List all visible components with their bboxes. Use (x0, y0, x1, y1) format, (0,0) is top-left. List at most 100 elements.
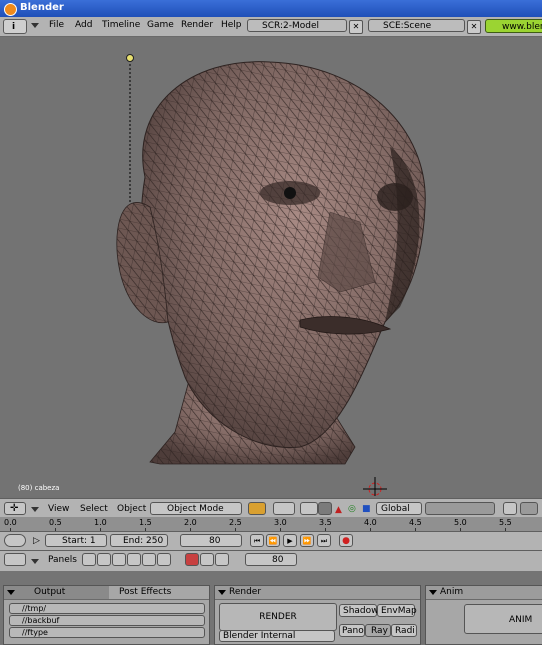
editor-type-button[interactable] (4, 553, 26, 566)
logic-context-icon[interactable] (82, 553, 96, 566)
translate-manipulator-icon[interactable]: ▲ (335, 505, 342, 515)
ray-label: Ray (371, 626, 388, 636)
jump-end-icon[interactable]: ⏭ (317, 534, 331, 547)
scale-manipulator-icon[interactable]: ■ (362, 504, 371, 514)
collapse-menu-icon[interactable] (31, 23, 39, 28)
timeline-scale[interactable]: 0.0 0.5 1.0 1.5 2.0 2.5 3.0 3.5 4.0 4.5 5.0 5.5 (0, 517, 542, 531)
shadow-label: Shadow (343, 606, 379, 616)
timeline-tick-label: 0.5 (49, 518, 62, 527)
collapse-menu-icon[interactable] (31, 559, 39, 564)
timeline-tick-label: 1.0 (94, 518, 107, 527)
pano-toggle[interactable]: Pano (339, 624, 365, 637)
shading-context-icon[interactable] (112, 553, 126, 566)
crosshair-icon: ✛ (10, 503, 19, 514)
timeline-tick-label: 2.5 (229, 518, 242, 527)
render-button[interactable]: RENDER (219, 603, 337, 631)
timeline-tick-label: 2.0 (184, 518, 197, 527)
record-icon[interactable]: ● (339, 534, 353, 547)
radi-label: Radi (395, 626, 415, 636)
editing-context-icon[interactable] (142, 553, 156, 566)
website-url: www.blen (502, 22, 542, 32)
mode-selector[interactable]: Object Mode (150, 502, 242, 515)
anim-context-icon[interactable] (200, 553, 214, 566)
3d-viewport[interactable] (0, 37, 542, 496)
window-title: Blender (20, 2, 64, 13)
menu-select[interactable]: Select (80, 504, 108, 514)
end-frame-label: End: 250 (123, 536, 164, 546)
timeline-tick-label: 3.0 (274, 518, 287, 527)
radi-toggle[interactable]: Radi (391, 624, 417, 637)
shadow-toggle[interactable]: Shadow (339, 604, 379, 617)
lamp-icon[interactable] (126, 54, 134, 62)
next-keyframe-icon[interactable]: ⏩ (300, 534, 314, 547)
manipulator-toggle-icon[interactable] (318, 502, 332, 515)
delete-scene-icon[interactable]: ✕ (467, 20, 481, 34)
frame-field[interactable]: 80 (245, 553, 297, 566)
3d-view-header: ✛ View Select Object Object Mode ▲ ◎ ■ G… (0, 498, 542, 518)
pivot-icon[interactable] (273, 502, 295, 515)
render-preview-icon[interactable] (520, 502, 538, 515)
jump-start-icon[interactable]: ⏮ (250, 534, 264, 547)
editor-type-button[interactable]: ✛ (4, 502, 26, 515)
start-frame-field[interactable]: Start: 1 (45, 534, 107, 547)
script-context-icon[interactable] (97, 553, 111, 566)
lock-layer-icon[interactable] (503, 502, 517, 515)
render-panel-title: Render (229, 587, 262, 597)
start-frame-label: Start: 1 (62, 536, 96, 546)
scene-selector[interactable]: SCE:Scene (368, 19, 465, 32)
play-icon[interactable]: ▶ (283, 534, 297, 547)
tab-post-effects[interactable]: Post Effects (109, 586, 209, 599)
backbuf-path-field[interactable]: //backbuf (9, 615, 205, 626)
active-object-label: (80) cabeza (18, 484, 60, 492)
layer-buttons[interactable] (425, 502, 495, 515)
current-frame-field[interactable]: 80 (180, 534, 242, 547)
delete-screen-icon[interactable]: ✕ (349, 20, 363, 34)
proportional-edit-icon[interactable] (300, 502, 318, 515)
ray-toggle[interactable]: Ray (365, 624, 391, 637)
current-frame-label: 80 (209, 536, 221, 546)
render-panel: Render RENDER Blender Internal Shadow En… (214, 585, 421, 645)
menu-render[interactable]: Render (181, 20, 213, 30)
ftype-path-field[interactable]: //ftype (9, 627, 205, 638)
draw-type-icon[interactable] (248, 502, 266, 515)
menu-timeline[interactable]: Timeline (102, 20, 140, 30)
anim-button[interactable]: ANIM (464, 604, 542, 634)
mode-label: Object Mode (167, 504, 224, 514)
menu-help[interactable]: Help (221, 20, 242, 30)
menu-add[interactable]: Add (75, 20, 92, 30)
panels-menu[interactable]: Panels (48, 555, 77, 565)
end-frame-field[interactable]: End: 250 (110, 534, 168, 547)
render-context-icon[interactable] (185, 553, 199, 566)
screen-name: SCR:2-Model (262, 21, 320, 31)
render-engine-selector[interactable]: Blender Internal (219, 630, 335, 642)
envmap-label: EnvMap (381, 606, 417, 616)
info-icon: i (12, 22, 16, 32)
prev-keyframe-icon[interactable]: ⏪ (266, 534, 280, 547)
screen-selector[interactable]: SCR:2-Model (247, 19, 347, 32)
render-path-field[interactable]: //tmp/ (9, 603, 205, 614)
render-panel-header: Render (215, 586, 420, 600)
menu-object[interactable]: Object (117, 504, 146, 514)
blender-logo-icon (4, 3, 17, 16)
menu-game[interactable]: Game (147, 20, 174, 30)
timeline-tick-label: 5.5 (499, 518, 512, 527)
orientation-label: Global (381, 504, 410, 514)
envmap-toggle[interactable]: EnvMap (377, 604, 417, 617)
timeline-tick-label: 0.0 (4, 518, 17, 527)
timeline-tick-label: 3.5 (319, 518, 332, 527)
scene-context-icon[interactable] (157, 553, 171, 566)
orientation-selector[interactable]: Global (376, 502, 422, 515)
window-title-bar: Blender (0, 0, 542, 17)
object-context-icon[interactable] (127, 553, 141, 566)
collapse-menu-icon[interactable] (31, 507, 39, 512)
website-link[interactable]: www.blen (485, 19, 542, 33)
sound-context-icon[interactable] (215, 553, 229, 566)
rotate-manipulator-icon[interactable]: ◎ (348, 504, 356, 514)
tab-output[interactable]: Output (34, 586, 65, 599)
editor-type-button[interactable]: i (3, 19, 27, 34)
anim-button-label: ANIM (509, 615, 533, 625)
menu-view[interactable]: View (48, 504, 69, 514)
clock-icon[interactable] (4, 534, 26, 547)
play-mode-icon[interactable]: ▷ (33, 536, 40, 546)
menu-file[interactable]: File (49, 20, 64, 30)
